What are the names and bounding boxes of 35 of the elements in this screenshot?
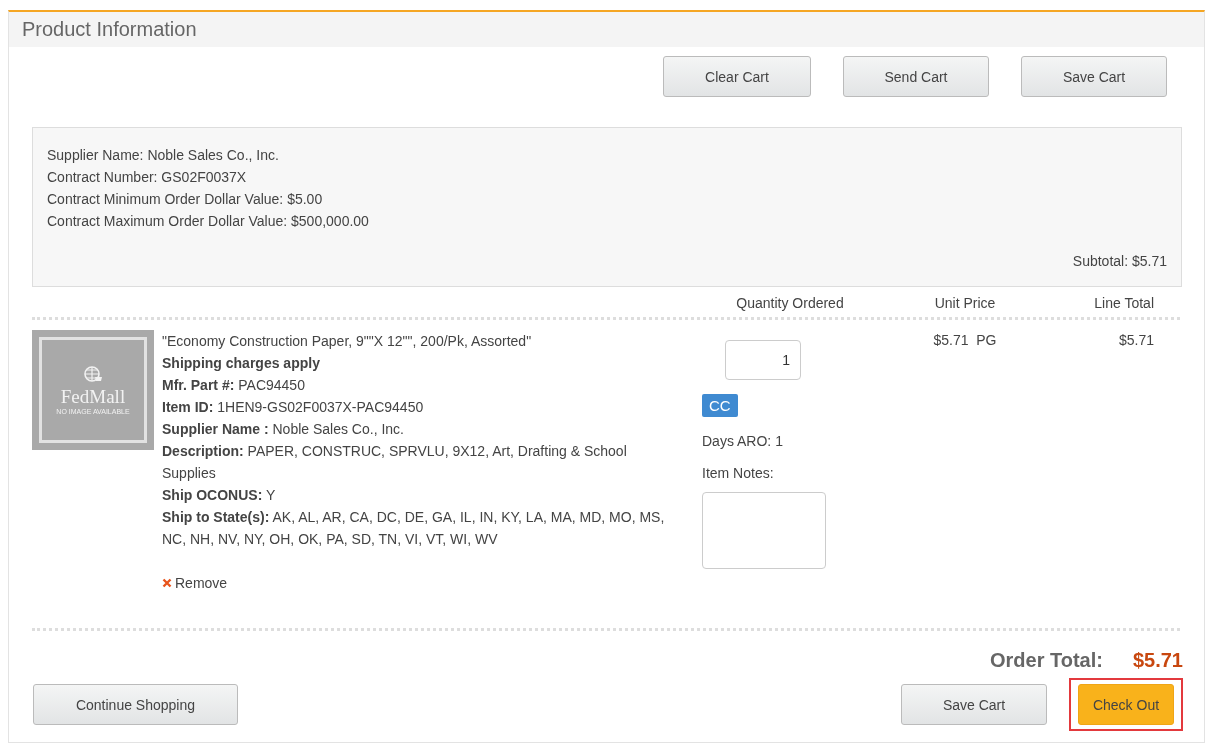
supplier-info-line: Contract Number: GS02F0037X <box>47 168 248 187</box>
order-total-label: Order Total: <box>989 649 1103 672</box>
days-aro: Days ARO: 1 <box>702 433 783 449</box>
column-header: Line Total <box>1093 295 1155 311</box>
supplier-info-line: Contract Minimum Order Dollar Value: $5.00 <box>47 190 324 209</box>
product-detail: Shipping charges apply <box>162 354 321 373</box>
cart-button[interactable]: Clear Cart <box>663 56 811 97</box>
remove-link[interactable]: Remove <box>162 572 680 594</box>
product-detail: Mfr. Part #: PAC94450 <box>162 376 306 395</box>
cart-button[interactable]: Send Cart <box>843 56 989 97</box>
product-detail: "Economy Construction Paper, 9""X 12"", 200/Pk, Assorted" <box>162 332 533 351</box>
brand-text: FedMall <box>60 385 126 408</box>
item-notes-label: Item Notes: <box>702 465 774 481</box>
product-detail: Item ID: 1HEN9-GS02F0037X-PAC94450 <box>162 398 425 417</box>
product-detail: Supplier Name : Noble Sales Co., Inc. <box>162 420 405 439</box>
item-notes-field[interactable] <box>702 492 826 569</box>
save-cart-button[interactable]: Save Cart <box>901 684 1047 725</box>
product-detail: Ship to State(s): AK, AL, AR, CA, DC, DE, GA, IL, IN, KY, LA, MA, MD, MO, MS, NC, NH, NV, NY, OH, OK, PA, SD, TN, VI, VT, WI, WV <box>162 508 666 549</box>
supplier-info-line: Contract Maximum Order Dollar Value: $500,000.00 <box>47 212 370 231</box>
continue-shopping-button[interactable]: Continue Shopping <box>33 684 238 725</box>
subtotal: Subtotal: $5.71 <box>1072 252 1167 271</box>
quantity-field[interactable]: 1 <box>725 340 801 380</box>
unit-price: $5.71 PG <box>932 331 998 350</box>
product-detail: Description: PAPER, CONSTRUC, SPRVLU, 9X12, Art, Drafting & School Supplies <box>162 442 628 483</box>
column-header: Quantity Ordered <box>735 295 845 311</box>
supplier-info-line: Supplier Name: Noble Sales Co., Inc. <box>47 146 280 165</box>
line-total: $5.71 <box>1117 331 1155 350</box>
order-total-value: $5.71 <box>1132 649 1183 672</box>
close-icon <box>162 578 172 588</box>
check-out-button[interactable]: Check Out <box>1078 684 1174 725</box>
cc-badge: CC <box>702 394 738 417</box>
column-header: Unit Price <box>933 295 997 311</box>
product-detail: Ship OCONUS: Y <box>162 486 277 505</box>
cart-button[interactable]: Save Cart <box>1021 56 1167 97</box>
panel-title: Product Information <box>22 18 197 40</box>
